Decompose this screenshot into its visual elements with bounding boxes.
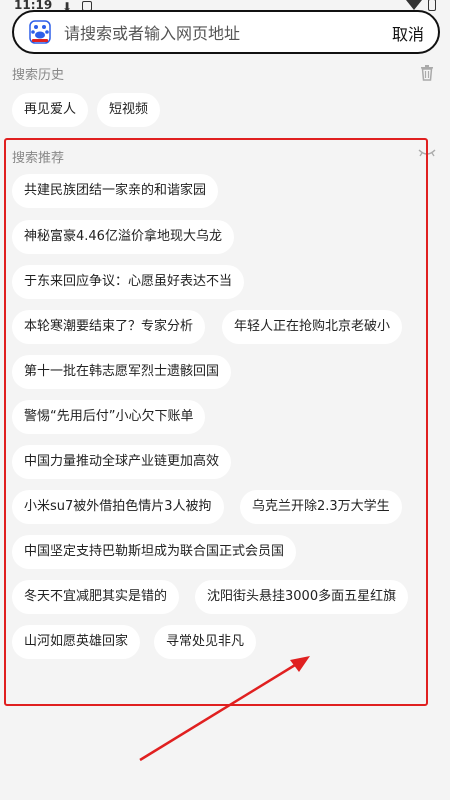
recommend-item[interactable]: 山河如愿英雄回家 (12, 625, 141, 659)
search-recommend-title: 搜索推荐 (12, 151, 65, 166)
search-history-title: 搜索历史 (12, 68, 65, 83)
recommend-item[interactable]: 寻常处见非凡 (154, 625, 257, 659)
recommend-item[interactable]: 冬天不宜减肥其实是错的 (12, 580, 180, 614)
recommend-item[interactable]: 警惕“先用后付”小心欠下账单 (12, 400, 206, 434)
recommend-item[interactable]: 于东来回应争议：心愿虽好表达不当 (12, 265, 245, 299)
recommend-item[interactable]: 神秘富豪4.46亿溢价拿地现大乌龙 (12, 220, 234, 254)
history-item[interactable]: 短视频 (97, 93, 161, 127)
recommend-item[interactable]: 中国坚定支持巴勒斯坦成为联合国正式会员国 (12, 535, 297, 569)
recommend-item[interactable]: 本轮寒潮要结束了？专家分析 (12, 310, 206, 344)
recommend-item[interactable]: 共建民族团结一家亲的和谐家园 (12, 174, 219, 208)
recommend-item[interactable]: 沈阳街头悬挂3000多面五星红旗 (195, 580, 409, 614)
recommend-item[interactable]: 乌克兰开除2.3万大学生 (240, 490, 402, 524)
search-bar[interactable]: 取消 (12, 10, 440, 54)
cancel-button[interactable]: 取消 (392, 21, 424, 45)
hide-eye-icon[interactable] (418, 146, 436, 160)
recommend-item[interactable]: 第十一批在韩志愿军烈士遗骸回国 (12, 355, 232, 389)
recommend-item[interactable]: 中国力量推动全球产业链更加高效 (12, 445, 232, 479)
wifi-icon (406, 0, 422, 10)
recommend-item[interactable]: 年轻人正在抢购北京老破小 (222, 310, 403, 344)
search-input[interactable] (64, 21, 384, 45)
battery-icon (428, 0, 436, 11)
history-item[interactable]: 再见爱人 (12, 93, 89, 127)
trash-icon[interactable] (418, 64, 436, 82)
baidu-logo-icon (29, 20, 51, 44)
recommend-item[interactable]: 小米su7被外借拍色情片3人被拘 (12, 490, 224, 524)
